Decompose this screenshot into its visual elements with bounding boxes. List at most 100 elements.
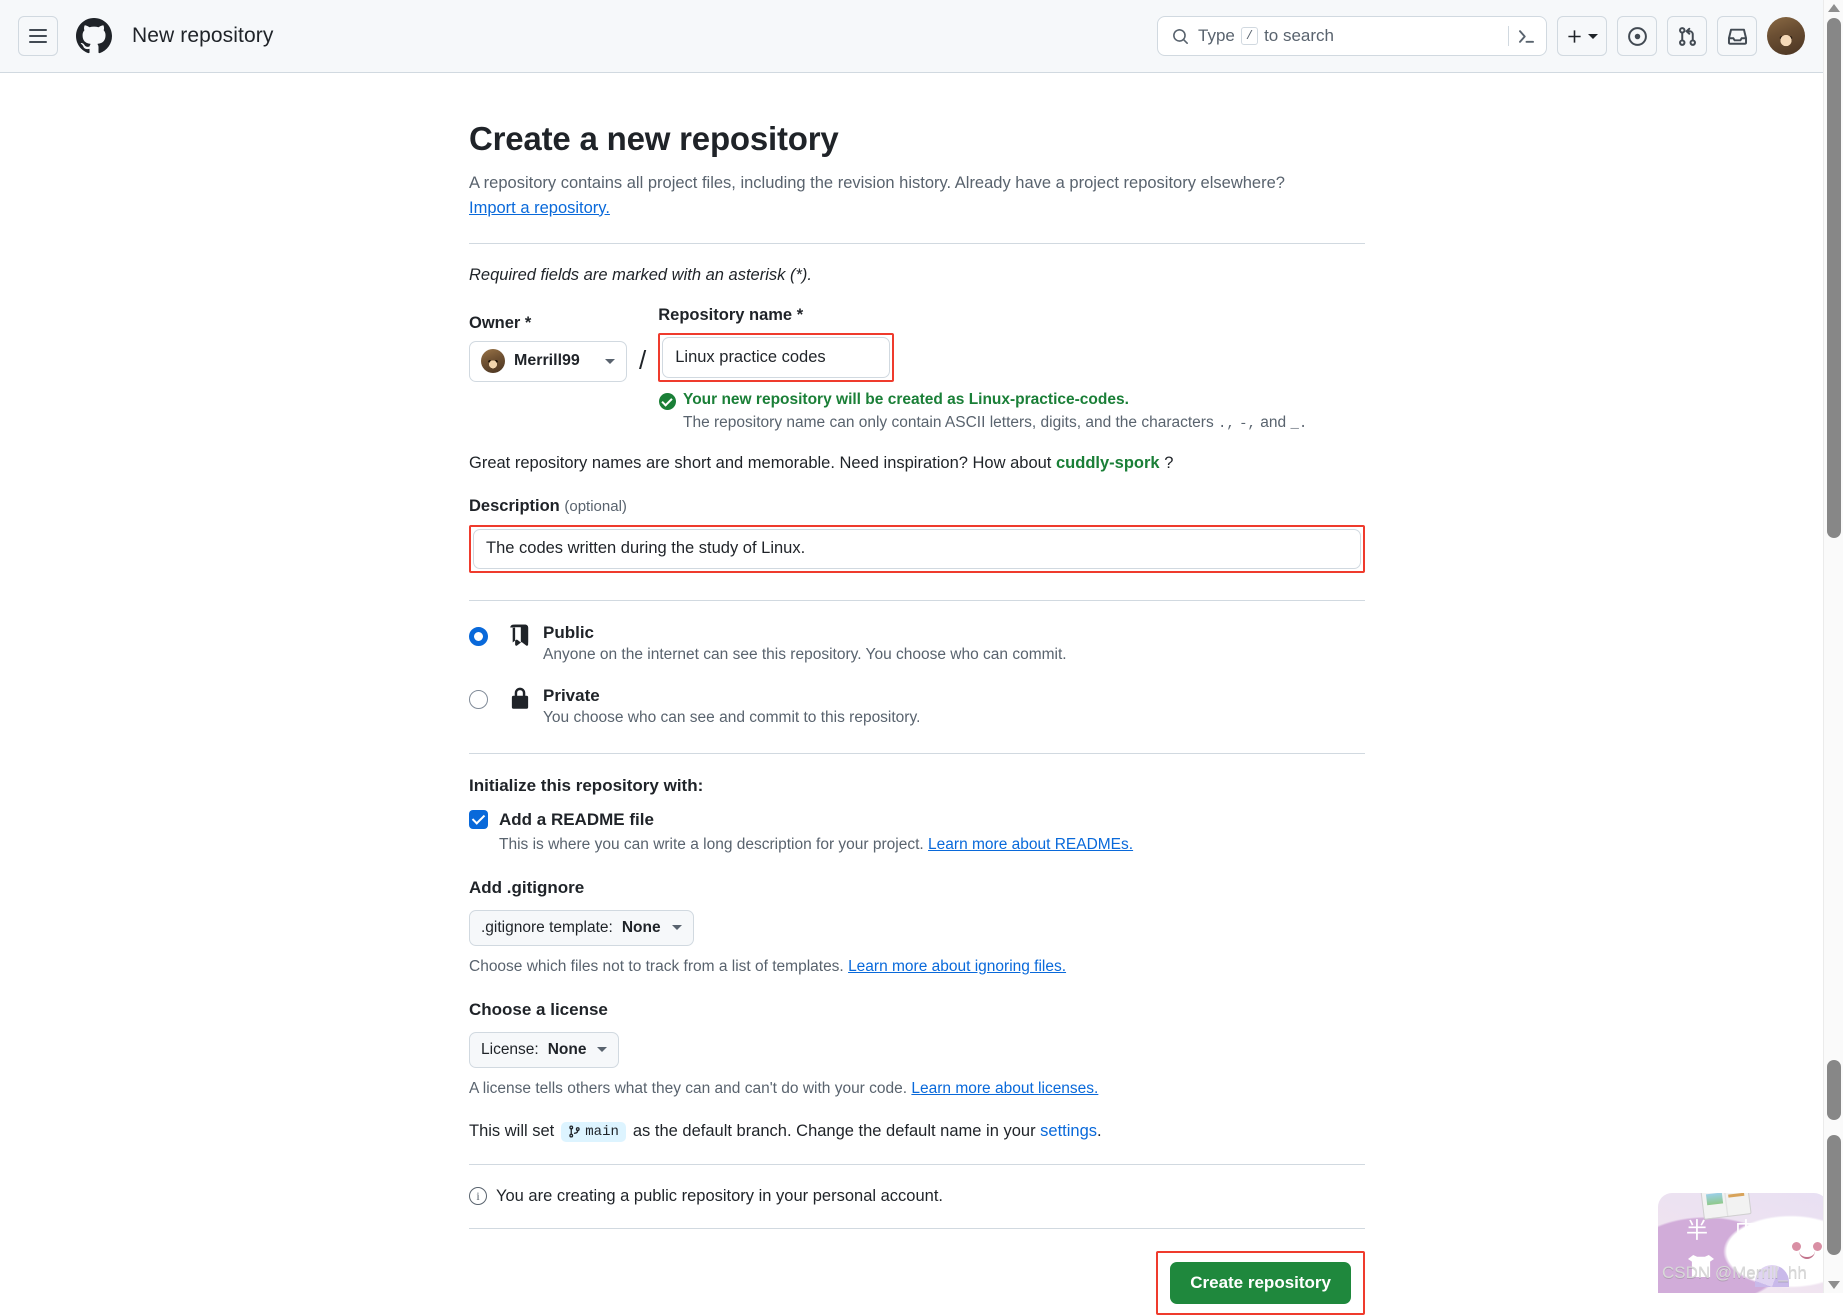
global-header: New repository Type / to search	[0, 0, 1823, 73]
divider	[469, 1164, 1365, 1165]
hint-and: and	[1260, 414, 1286, 431]
owner-select[interactable]: Merrill99	[469, 341, 627, 382]
owner-name-separator: /	[639, 345, 646, 376]
lock-icon	[507, 686, 537, 717]
suggested-name-link[interactable]: cuddly-spork	[1056, 454, 1160, 472]
license-learn-more-link[interactable]: Learn more about licenses.	[911, 1080, 1098, 1097]
page-scrollbar[interactable]	[1823, 0, 1843, 1293]
hint-prefix: The repository name can only contain ASC…	[683, 414, 1214, 431]
chevron-down-icon	[605, 359, 615, 364]
chevron-down-icon	[672, 925, 682, 930]
readme-label: Add a README file	[499, 810, 654, 830]
create-repository-highlight: Create repository	[1156, 1251, 1365, 1315]
scroll-up-arrow-icon[interactable]	[1828, 4, 1840, 12]
readme-learn-more-link[interactable]: Learn more about READMEs.	[928, 836, 1133, 853]
page-title: New repository	[132, 24, 273, 48]
main-content: Create a new repository A repository con…	[0, 73, 1823, 1293]
public-title: Public	[543, 623, 1067, 643]
command-palette-icon[interactable]	[1517, 27, 1536, 46]
create-new-button[interactable]	[1557, 16, 1607, 56]
form-description-text: A repository contains all project files,…	[469, 174, 1285, 192]
divider	[469, 1228, 1365, 1229]
public-option-text: Public Anyone on the internet can see th…	[543, 623, 1067, 664]
divider	[469, 753, 1365, 754]
license-select[interactable]: License: None	[469, 1032, 619, 1068]
branch-note-middle: as the default branch. Change the defaul…	[633, 1122, 1036, 1141]
gitignore-learn-more-link[interactable]: Learn more about ignoring files.	[848, 958, 1066, 975]
hamburger-menu-icon[interactable]	[18, 16, 58, 56]
readme-subtitle: This is where you can write a long descr…	[499, 836, 1365, 854]
gitignore-subtitle-text: Choose which files not to track from a l…	[469, 958, 844, 975]
divider	[469, 243, 1365, 244]
license-subtitle: A license tells others what they can and…	[469, 1080, 1365, 1098]
hint-chars-2: -,	[1239, 416, 1256, 432]
avatar[interactable]	[1767, 17, 1805, 55]
readme-row[interactable]: Add a README file	[469, 810, 1365, 830]
inbox-button[interactable]	[1717, 16, 1757, 56]
issues-button[interactable]	[1617, 16, 1657, 56]
readme-checkbox[interactable]	[469, 810, 488, 829]
owner-and-name-row: Owner * Merrill99 / Repository name *	[469, 306, 1365, 382]
gitignore-subtitle: Choose which files not to track from a l…	[469, 958, 1365, 976]
github-logo-icon[interactable]	[76, 18, 112, 54]
issues-dot-icon	[1627, 26, 1648, 47]
gitignore-template-select[interactable]: .gitignore template: None	[469, 910, 694, 946]
validation-message: Your new repository will be created as L…	[683, 391, 1129, 409]
inbox-icon	[1727, 26, 1748, 47]
default-branch-chip: main	[561, 1122, 626, 1142]
search-trailing	[1508, 26, 1536, 46]
license-title: Choose a license	[469, 1000, 1365, 1020]
scrollbar-thumb[interactable]	[1827, 18, 1841, 538]
initialize-title: Initialize this repository with:	[469, 776, 1365, 796]
gitignore-button-value: None	[622, 919, 661, 937]
required-fields-note: Required fields are marked with an aster…	[469, 266, 1365, 285]
name-suggestion: Great repository names are short and mem…	[469, 454, 1365, 473]
public-subtitle: Anyone on the internet can see this repo…	[543, 646, 1067, 664]
visibility-option-public[interactable]: Public Anyone on the internet can see th…	[469, 623, 1365, 664]
search-placeholder-prefix: Type	[1198, 26, 1235, 46]
gitignore-title: Add .gitignore	[469, 878, 1365, 898]
new-repository-form: Create a new repository A repository con…	[469, 120, 1365, 1315]
description-input[interactable]	[473, 529, 1361, 569]
scroll-down-arrow-icon[interactable]	[1828, 1281, 1840, 1289]
pull-request-icon	[1677, 26, 1698, 47]
license-subtitle-text: A license tells others what they can and…	[469, 1080, 907, 1097]
scrollbar-thumb-secondary[interactable]	[1827, 1060, 1841, 1120]
form-description: A repository contains all project files,…	[469, 171, 1365, 221]
create-repository-button[interactable]: Create repository	[1170, 1262, 1351, 1304]
pull-requests-button[interactable]	[1667, 16, 1707, 56]
divider	[469, 600, 1365, 601]
repository-name-hint: The repository name can only contain ASC…	[683, 414, 1365, 432]
repo-book-icon	[507, 623, 537, 654]
gitignore-button-prefix: .gitignore template:	[481, 919, 613, 937]
chevron-down-icon	[597, 1047, 607, 1052]
chevron-down-icon	[1588, 34, 1598, 39]
private-radio[interactable]	[469, 690, 488, 709]
import-repository-link[interactable]: Import a repository.	[469, 199, 610, 217]
repository-name-input[interactable]	[662, 337, 890, 378]
settings-link[interactable]: settings	[1040, 1122, 1097, 1141]
branch-note-prefix: This will set	[469, 1122, 554, 1141]
readme-subtitle-text: This is where you can write a long descr…	[499, 836, 924, 853]
license-button-prefix: License:	[481, 1041, 539, 1059]
search-input[interactable]: Type / to search	[1157, 16, 1547, 56]
description-optional-tag: (optional)	[564, 498, 627, 515]
header-actions: Type / to search	[1157, 16, 1805, 56]
visibility-option-private[interactable]: Private You choose who can see and commi…	[469, 686, 1365, 727]
private-subtitle: You choose who can see and commit to thi…	[543, 709, 920, 727]
owner-field: Owner * Merrill99	[469, 314, 627, 382]
public-radio[interactable]	[469, 627, 488, 646]
description-highlight	[469, 525, 1365, 573]
info-icon: i	[469, 1187, 487, 1205]
owner-label: Owner *	[469, 314, 627, 333]
scrollbar-thumb-tertiary[interactable]	[1827, 1135, 1841, 1255]
owner-avatar	[481, 349, 505, 373]
public-repo-notice: i You are creating a public repository i…	[469, 1187, 1365, 1206]
hint-chars-3: _.	[1290, 416, 1307, 432]
git-branch-icon	[568, 1125, 581, 1138]
private-title: Private	[543, 686, 920, 706]
default-branch-note: This will set main as the default branch…	[469, 1122, 1365, 1142]
owner-name: Merrill99	[514, 352, 580, 370]
divider	[1508, 26, 1509, 46]
repository-name-highlight	[658, 333, 894, 382]
